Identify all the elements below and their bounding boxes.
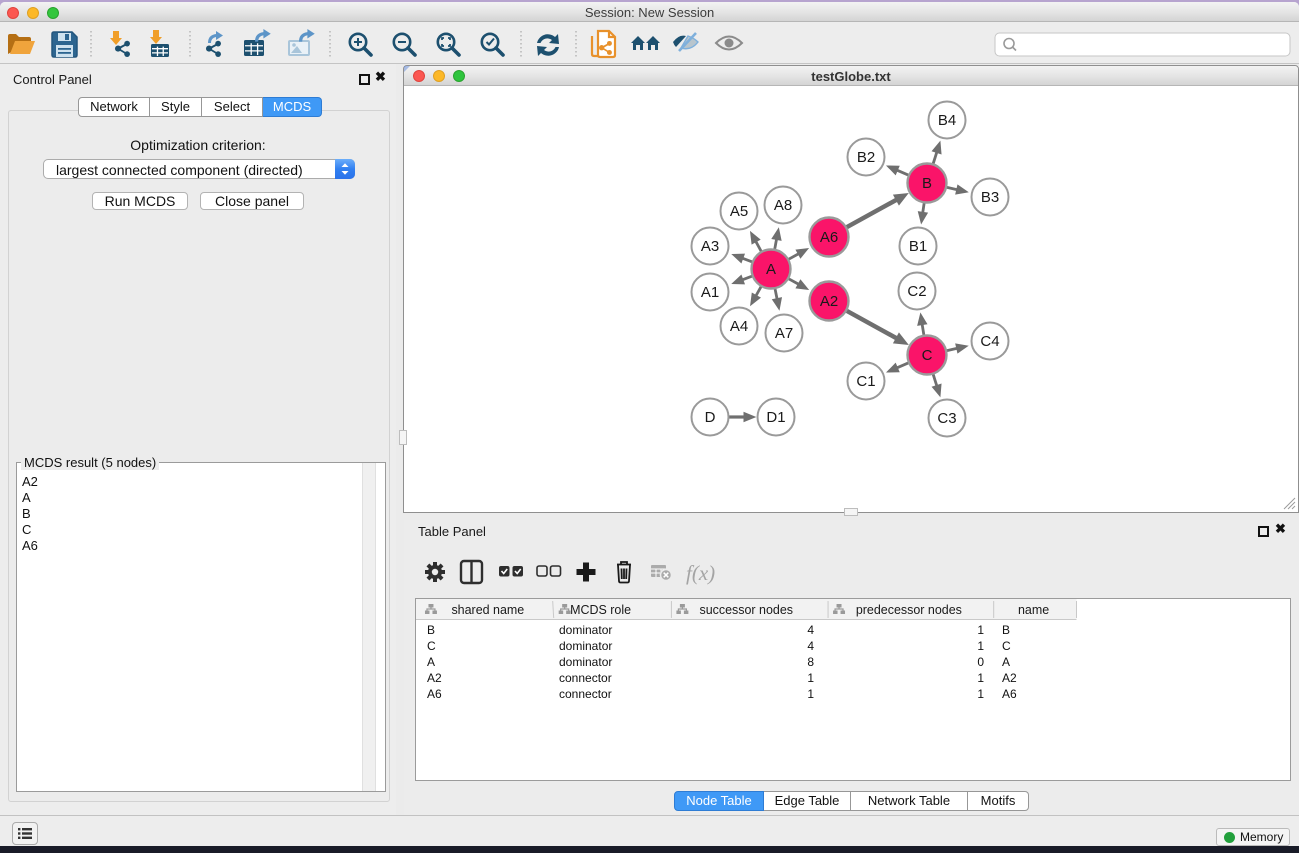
svg-text:A1: A1 [701, 284, 719, 301]
svg-text:B: B [922, 175, 932, 192]
svg-text:B3: B3 [981, 189, 999, 206]
svg-text:D1: D1 [766, 409, 785, 426]
svg-text:A5: A5 [730, 203, 748, 220]
svg-text:name: name [1018, 603, 1049, 617]
svg-text:A4: A4 [730, 318, 748, 335]
svg-text:predecessor nodes: predecessor nodes [856, 603, 962, 617]
svg-text:B1: B1 [909, 238, 927, 255]
svg-text:A3: A3 [701, 238, 719, 255]
svg-text:A6: A6 [820, 229, 838, 246]
svg-text:successor nodes: successor nodes [699, 603, 793, 617]
svg-text:C3: C3 [937, 410, 956, 427]
svg-text:D: D [705, 409, 716, 426]
svg-text:shared name: shared name [451, 603, 524, 617]
svg-text:B2: B2 [857, 149, 875, 166]
svg-text:C1: C1 [856, 373, 875, 390]
svg-text:MCDS role: MCDS role [570, 603, 631, 617]
svg-text:A2: A2 [820, 293, 838, 310]
svg-text:B4: B4 [938, 112, 956, 129]
svg-text:A7: A7 [775, 325, 793, 342]
svg-text:A: A [766, 261, 776, 278]
svg-text:C4: C4 [980, 333, 999, 350]
svg-text:f(x): f(x) [686, 561, 715, 585]
svg-text:A8: A8 [774, 197, 792, 214]
svg-text:C2: C2 [907, 283, 926, 300]
svg-text:C: C [922, 347, 933, 364]
